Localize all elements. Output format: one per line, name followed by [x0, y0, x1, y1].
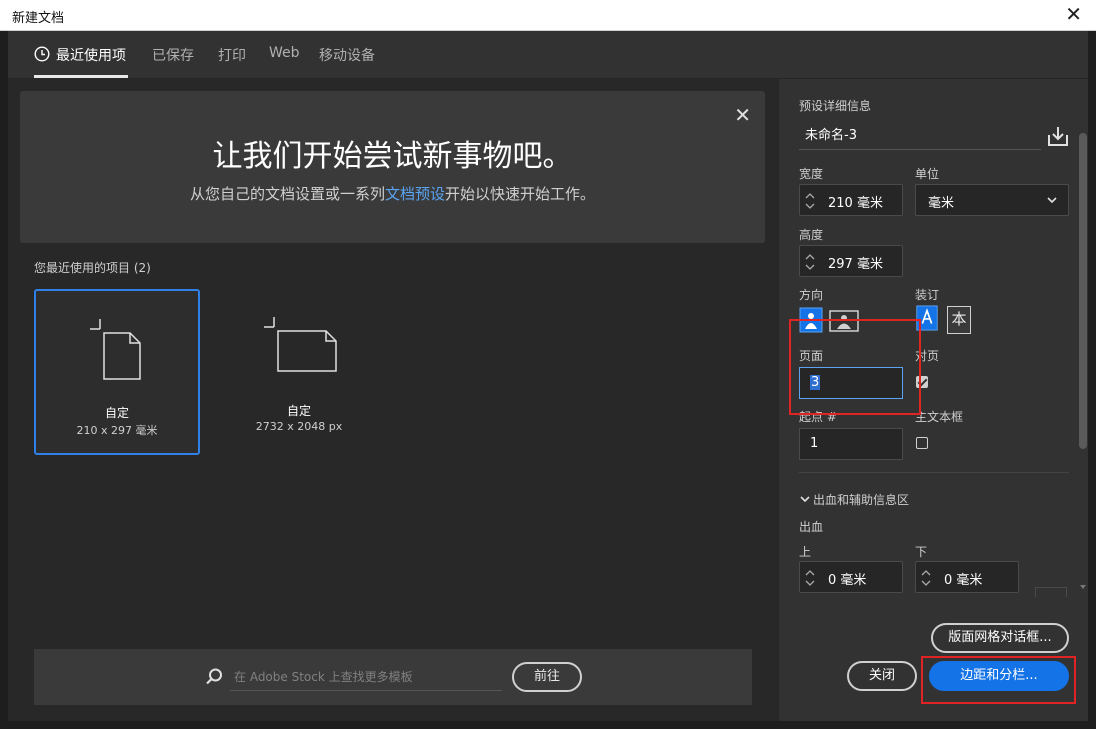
chevron-down-icon [1047, 197, 1057, 204]
primary-text-frame-checkbox[interactable] [916, 437, 928, 449]
unit-dropdown[interactable]: 毫米 [915, 184, 1069, 216]
orientation-label: 方向 [799, 288, 824, 302]
bleed-bottom-label: 下 [915, 545, 928, 559]
recent-item-name: 自定 [104, 406, 129, 420]
pages-input[interactable]: 3 [799, 367, 903, 399]
landscape-document-icon [264, 317, 337, 372]
bleed-bottom-stepper[interactable]: 0 毫米 [915, 561, 1019, 593]
margins-and-columns-button[interactable]: 边距和分栏... [929, 661, 1069, 691]
recent-item-size: 210 x 297 毫米 [76, 424, 158, 437]
scroll-down-icon[interactable] [1079, 583, 1087, 591]
width-value: 210 毫米 [828, 196, 883, 211]
pages-label: 页面 [799, 349, 824, 363]
bleed-section-toggle[interactable]: 出血和辅助信息区 [813, 491, 909, 508]
recent-pane: ✕ 让我们开始尝试新事物吧。 从您自己的文档设置或一系列文档预设开始以快速开始工… [8, 79, 778, 721]
preset-details-heading: 预设详细信息 [799, 99, 872, 113]
width-label: 宽度 [799, 167, 824, 181]
stepper-arrows-icon[interactable] [919, 566, 933, 590]
start-page-label: 起点 # [799, 410, 837, 424]
stock-search-input[interactable] [230, 663, 502, 691]
dialog-body: 最近使用项 已保存 打印 Web 移动设备 ✕ 让我们开始尝试新事物吧。 从您自… [8, 31, 1088, 721]
close-button[interactable]: 关闭 [847, 661, 917, 691]
pages-value: 3 [810, 375, 821, 390]
facing-pages-label: 对页 [915, 349, 940, 363]
preset-tabs: 最近使用项 已保存 打印 Web 移动设备 [8, 31, 1088, 79]
chevron-down-icon[interactable] [799, 493, 811, 505]
height-stepper[interactable]: 297 毫米 [799, 245, 903, 277]
unit-label: 单位 [915, 167, 940, 181]
active-tab-indicator [34, 75, 128, 78]
portrait-orientation-icon[interactable] [799, 307, 823, 333]
stepper-arrows-icon[interactable] [803, 566, 817, 590]
bleed-top-stepper[interactable]: 0 毫米 [799, 561, 903, 593]
banner-close-icon[interactable]: ✕ [734, 103, 751, 127]
recent-items-label: 您最近使用的项目 (2) [34, 261, 151, 275]
clock-icon [34, 46, 50, 62]
document-presets-link[interactable]: 文档预设 [385, 185, 445, 203]
right-to-left-binding-icon[interactable]: 本 [947, 306, 971, 334]
bleed-top-label: 上 [799, 545, 812, 559]
start-page-input[interactable]: 1 [799, 428, 903, 460]
window-title: 新建文档 [12, 11, 65, 26]
portrait-document-icon [90, 319, 141, 380]
banner-subtitle-text-end: 开始以快速开始工作。 [445, 185, 596, 203]
save-preset-icon[interactable] [1047, 125, 1069, 147]
tab-saved[interactable]: 已保存 [152, 45, 194, 65]
search-icon [206, 668, 222, 685]
banner-title: 让我们开始尝试新事物吧。 [212, 139, 573, 174]
recent-item-card[interactable]: 自定 2732 x 2048 px [216, 289, 382, 455]
landscape-orientation-icon[interactable] [829, 307, 859, 333]
title-bar: 新建文档 ✕ [0, 0, 1096, 31]
facing-pages-checkbox[interactable] [916, 376, 928, 388]
welcome-banner: ✕ 让我们开始尝试新事物吧。 从您自己的文档设置或一系列文档预设开始以快速开始工… [20, 91, 765, 243]
left-to-right-binding-icon[interactable] [915, 305, 939, 331]
tab-mobile[interactable]: 移动设备 [319, 45, 375, 65]
recent-item-size: 2732 x 2048 px [255, 420, 343, 433]
recent-item-card[interactable]: 自定 210 x 297 毫米 [34, 289, 200, 455]
unit-value: 毫米 [928, 196, 955, 211]
document-name-field[interactable]: 未命名-3 [799, 122, 1041, 150]
stock-search-bar: 前往 [34, 649, 752, 705]
height-value: 297 毫米 [828, 257, 883, 272]
tab-recent[interactable]: 最近使用项 [56, 45, 126, 65]
layout-grid-dialog-button[interactable]: 版面网格对话框... [931, 623, 1069, 653]
stepper-arrows-icon[interactable] [803, 189, 817, 213]
new-document-dialog: 新建文档 ✕ 最近使用项 已保存 打印 Web 移动设备 ✕ 让我们开始尝试新事… [0, 0, 1096, 729]
panel-scrollbar[interactable] [1079, 133, 1087, 449]
window-close-icon[interactable]: ✕ [1065, 4, 1082, 24]
recent-item-name: 自定 [286, 404, 311, 418]
tab-web[interactable]: Web [269, 45, 300, 61]
tab-print[interactable]: 打印 [218, 45, 246, 65]
primary-text-frame-label: 主文本框 [915, 410, 964, 424]
stepper-arrows-icon[interactable] [803, 250, 817, 274]
bleed-top-value: 0 毫米 [828, 573, 867, 588]
height-label: 高度 [799, 228, 824, 242]
width-stepper[interactable]: 210 毫米 [799, 184, 903, 216]
bleed-bottom-value: 0 毫米 [944, 573, 983, 588]
link-bleed-settings-button[interactable] [1035, 587, 1067, 597]
go-button[interactable]: 前往 [512, 662, 582, 692]
section-divider [799, 472, 1069, 473]
bleed-label: 出血 [799, 520, 824, 534]
banner-subtitle-text: 从您自己的文档设置或一系列 [189, 185, 385, 203]
preset-details-panel: 预设详细信息 未命名-3 宽度 210 毫米 单位 毫米 高度 297 毫米 方… [778, 79, 1088, 721]
banner-subtitle: 从您自己的文档设置或一系列文档预设开始以快速开始工作。 [20, 183, 765, 204]
binding-label: 装订 [915, 288, 940, 302]
